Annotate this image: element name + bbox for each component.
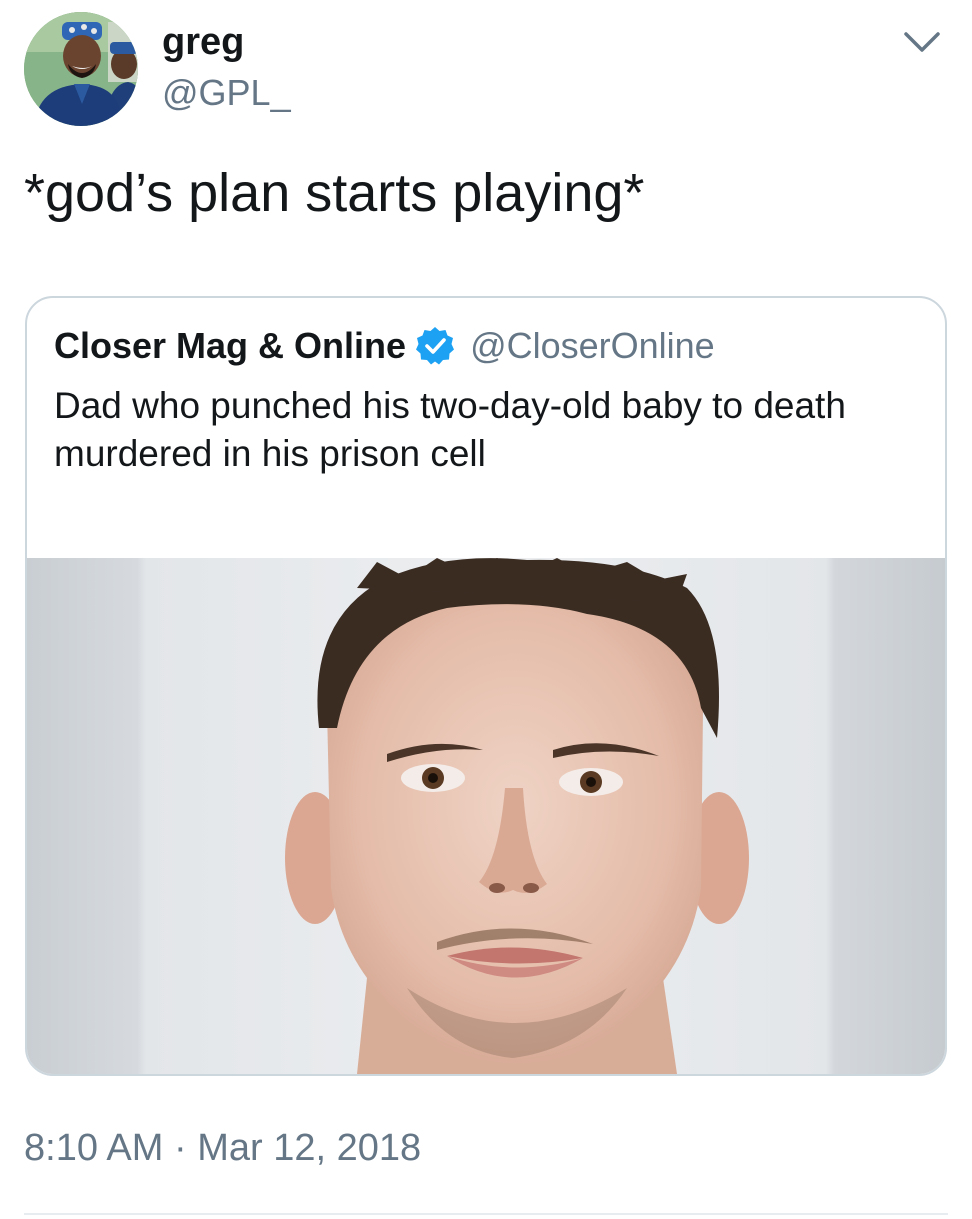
profile-photo [24, 12, 138, 126]
avatar[interactable] [24, 12, 138, 126]
author-display-name[interactable]: greg [162, 18, 244, 66]
timestamp-separator: · [173, 1127, 187, 1169]
timestamp-date: Mar 12, 2018 [197, 1127, 422, 1169]
divider [24, 1213, 948, 1215]
quoted-author-handle: @CloserOnline [470, 325, 715, 366]
verified-badge-icon [414, 325, 456, 367]
quoted-author-name: Closer Mag & Online [54, 325, 407, 366]
quoted-tweet-card[interactable]: Closer Mag & Online @CloserOnline Dad wh… [25, 296, 947, 1076]
tweet-timestamp[interactable]: 8:10 AM · Mar 12, 2018 [24, 1124, 421, 1172]
timestamp-time: 8:10 AM [24, 1127, 164, 1169]
tweet-text: *god’s plan starts playing* [24, 163, 645, 223]
mugshot-photo [27, 558, 945, 1074]
quoted-tweet-text: Dad who punched his two-day-old baby to … [54, 385, 846, 474]
chevron-down-icon[interactable] [898, 22, 946, 62]
author-handle[interactable]: @GPL_ [162, 70, 291, 116]
quoted-tweet-header: Closer Mag & Online @CloserOnline [54, 322, 715, 370]
